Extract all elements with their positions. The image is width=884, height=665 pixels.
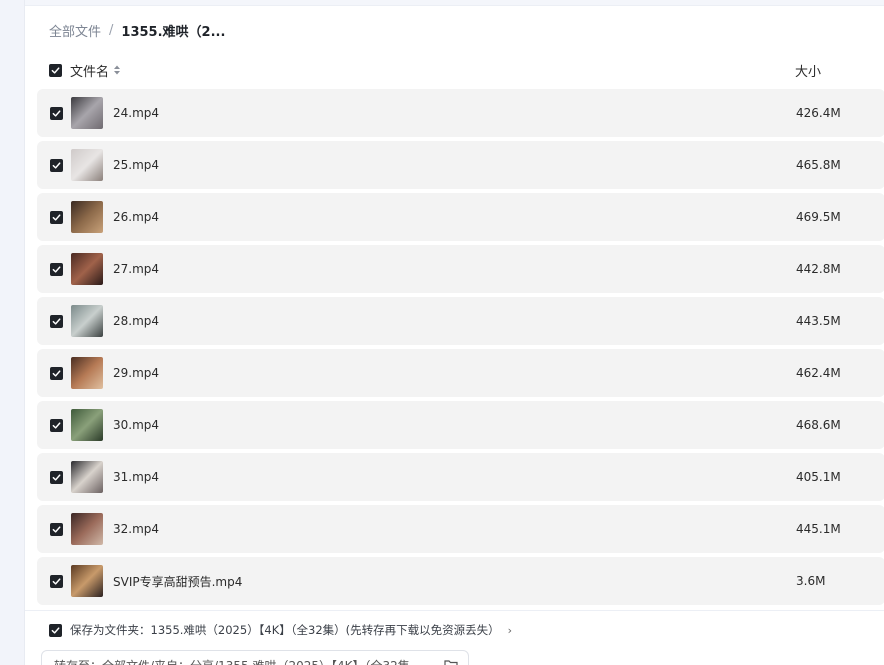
- file-panel: 全部文件 / 1355.难哄（2... 文件名 大小 24.mp4 426.4M 2…: [24, 0, 884, 665]
- breadcrumb: 全部文件 / 1355.难哄（2...: [49, 20, 225, 40]
- file-checkbox[interactable]: [50, 470, 63, 484]
- file-name: 31.mp4: [113, 470, 160, 484]
- file-size: 462.4M: [796, 366, 841, 380]
- video-thumbnail: [71, 149, 103, 181]
- column-header-size[interactable]: 大小: [795, 61, 821, 80]
- file-row[interactable]: 28.mp4 443.5M: [37, 297, 884, 345]
- file-checkbox[interactable]: [50, 262, 63, 276]
- file-row[interactable]: 29.mp4 462.4M: [37, 349, 884, 397]
- check-icon: [52, 525, 61, 533]
- file-size: 465.8M: [796, 158, 841, 172]
- file-name: 27.mp4: [113, 262, 160, 276]
- sort-icon[interactable]: [113, 65, 121, 75]
- breadcrumb-root[interactable]: 全部文件: [49, 21, 101, 40]
- check-icon: [52, 161, 61, 169]
- file-name: 30.mp4: [113, 418, 160, 432]
- file-checkbox[interactable]: [50, 314, 63, 328]
- list-header: 文件名 大小: [49, 60, 884, 80]
- save-as-folder-label: 保存为文件夹：1355.难哄（2025）【4K】（全32集）(先转存再下载以免资…: [70, 623, 500, 637]
- top-strip: [25, 0, 884, 6]
- file-row[interactable]: 25.mp4 465.8M: [37, 141, 884, 189]
- file-name: 24.mp4: [113, 106, 160, 120]
- file-row[interactable]: SVIP专享高甜预告.mp4 3.6M: [37, 557, 884, 605]
- breadcrumb-current: 1355.难哄（2...: [121, 24, 226, 40]
- file-checkbox[interactable]: [50, 106, 63, 120]
- file-size: 442.8M: [796, 262, 841, 276]
- check-icon: [52, 317, 61, 325]
- chevron-right-icon[interactable]: ›: [508, 624, 512, 637]
- left-rail: [0, 0, 24, 665]
- file-size: 445.1M: [796, 522, 841, 536]
- check-icon: [52, 109, 61, 117]
- file-size: 443.5M: [796, 314, 841, 328]
- file-size: 469.5M: [796, 210, 841, 224]
- save-as-folder-option[interactable]: 保存为文件夹：1355.难哄（2025）【4K】（全32集）(先转存再下载以免资…: [49, 620, 884, 640]
- video-thumbnail: [71, 305, 103, 337]
- check-icon: [51, 66, 60, 74]
- file-name: 28.mp4: [113, 314, 160, 328]
- file-checkbox[interactable]: [50, 158, 63, 172]
- check-icon: [52, 369, 61, 377]
- divider: [25, 610, 884, 611]
- file-name: SVIP专享高甜预告.mp4: [113, 574, 243, 589]
- file-checkbox[interactable]: [50, 366, 63, 380]
- check-icon: [52, 213, 61, 221]
- file-checkbox[interactable]: [50, 522, 63, 536]
- file-checkbox[interactable]: [50, 210, 63, 224]
- column-header-name-label: 文件名: [70, 64, 110, 80]
- video-thumbnail: [71, 513, 103, 545]
- check-icon: [51, 626, 60, 634]
- file-row[interactable]: 32.mp4 445.1M: [37, 505, 884, 553]
- destination-path: 转存至：全部文件/来自：分享/1355.难哄（2025）【4K】（全32集...: [54, 657, 421, 665]
- video-thumbnail: [71, 461, 103, 493]
- video-thumbnail: [71, 409, 103, 441]
- file-name: 32.mp4: [113, 522, 160, 536]
- file-size: 3.6M: [796, 574, 826, 588]
- file-row[interactable]: 26.mp4 469.5M: [37, 193, 884, 241]
- select-all-checkbox[interactable]: [49, 63, 62, 77]
- file-row[interactable]: 31.mp4 405.1M: [37, 453, 884, 501]
- file-row[interactable]: 30.mp4 468.6M: [37, 401, 884, 449]
- file-name: 25.mp4: [113, 158, 160, 172]
- check-icon: [52, 473, 61, 481]
- video-thumbnail: [71, 357, 103, 389]
- file-checkbox[interactable]: [50, 574, 63, 588]
- video-thumbnail: [71, 253, 103, 285]
- column-header-name[interactable]: 文件名: [70, 61, 121, 80]
- check-icon: [52, 421, 61, 429]
- file-size: 426.4M: [796, 106, 841, 120]
- file-checkbox[interactable]: [50, 418, 63, 432]
- video-thumbnail: [71, 565, 103, 597]
- file-row[interactable]: 24.mp4 426.4M: [37, 89, 884, 137]
- file-size: 405.1M: [796, 470, 841, 484]
- video-thumbnail: [71, 201, 103, 233]
- file-name: 29.mp4: [113, 366, 160, 380]
- folder-icon[interactable]: [444, 659, 458, 665]
- breadcrumb-separator: /: [109, 22, 114, 38]
- destination-selector[interactable]: 转存至：全部文件/来自：分享/1355.难哄（2025）【4K】（全32集...: [41, 650, 469, 665]
- file-size: 468.6M: [796, 418, 841, 432]
- file-name: 26.mp4: [113, 210, 160, 224]
- file-row[interactable]: 27.mp4 442.8M: [37, 245, 884, 293]
- video-thumbnail: [71, 97, 103, 129]
- save-as-folder-checkbox[interactable]: [49, 623, 62, 637]
- check-icon: [52, 577, 61, 585]
- check-icon: [52, 265, 61, 273]
- file-list: 24.mp4 426.4M 25.mp4 465.8M 26.mp4 469.5M 27.m…: [37, 89, 884, 609]
